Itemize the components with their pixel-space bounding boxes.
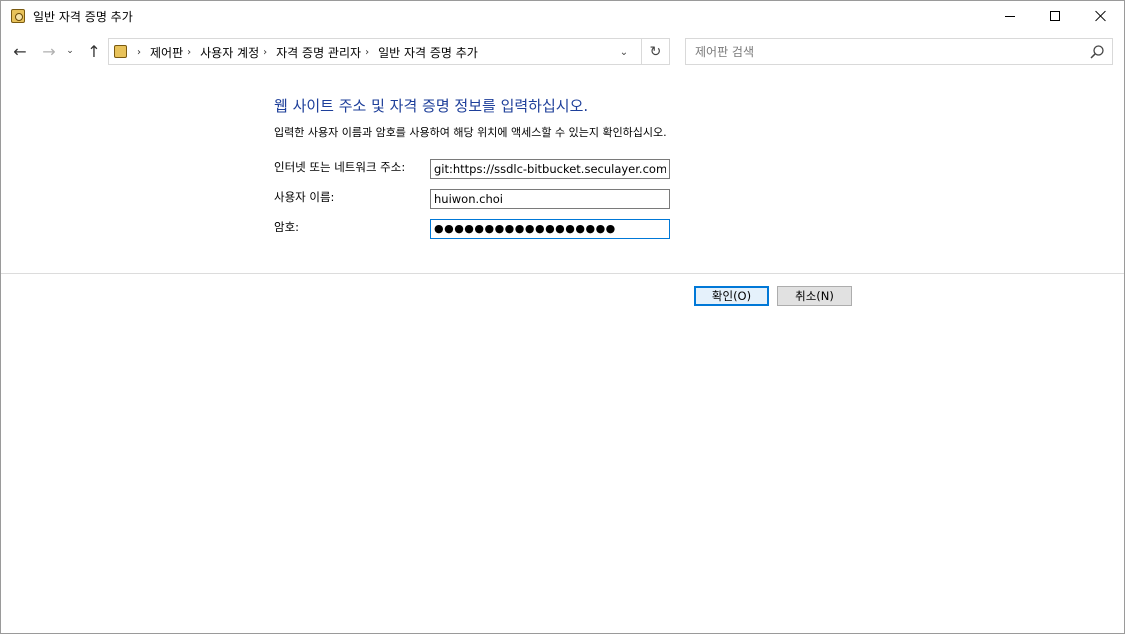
chevron-down-icon: ⌄ [66, 46, 74, 56]
password-label: 암호: [274, 220, 300, 234]
close-icon [1095, 10, 1107, 22]
chevron-right-icon: › [137, 47, 141, 58]
chevron-down-icon: ⌄ [619, 46, 629, 58]
username-field[interactable] [430, 189, 670, 209]
back-button[interactable]: ← [9, 40, 31, 62]
breadcrumb-add-generic-credential[interactable]: 일반 자격 증명 추가 [378, 44, 478, 61]
navigation-bar: ← → ⌄ ↑ › 제어판 › 사용자 계정 › 자격 증명 관리자 › 일반 … [1, 32, 1124, 72]
recent-locations-button[interactable]: ⌄ [63, 40, 77, 62]
chevron-right-icon[interactable]: › [187, 47, 191, 58]
credential-manager-icon [11, 9, 25, 23]
breadcrumb: › 제어판 › 사용자 계정 › 자격 증명 관리자 › 일반 자격 증명 추가 [133, 44, 478, 61]
address-bar[interactable]: › 제어판 › 사용자 계정 › 자격 증명 관리자 › 일반 자격 증명 추가… [108, 38, 642, 65]
breadcrumb-credential-manager[interactable]: 자격 증명 관리자 [276, 44, 361, 61]
credential-window: 일반 자격 증명 추가 ← → ⌄ ↑ › 제어판 › 사용자 계정 › 자격 … [0, 0, 1125, 634]
ok-button[interactable]: 확인(O) [694, 286, 769, 306]
close-button[interactable] [1078, 1, 1124, 31]
minimize-icon [1005, 15, 1015, 17]
arrow-right-icon: → [42, 41, 56, 61]
refresh-icon: ↻ [649, 43, 662, 60]
cancel-button[interactable]: 취소(N) [777, 286, 852, 306]
search-input[interactable] [686, 39, 1081, 64]
address-dropdown-button[interactable]: ⌄ [615, 43, 633, 61]
maximize-icon [1050, 11, 1060, 21]
arrow-left-icon: ← [13, 41, 27, 61]
chevron-right-icon[interactable]: › [365, 47, 369, 58]
page-description: 입력한 사용자 이름과 암호를 사용하여 해당 위치에 액세스할 수 있는지 확… [274, 126, 667, 139]
minimize-button[interactable] [987, 1, 1033, 31]
maximize-button[interactable] [1032, 1, 1078, 31]
password-field[interactable]: ●●●●●●●●●●●●●●●●●● [430, 219, 670, 239]
breadcrumb-control-panel[interactable]: 제어판 [150, 44, 183, 61]
address-label: 인터넷 또는 네트워크 주소: [274, 160, 406, 174]
title-bar: 일반 자격 증명 추가 [1, 1, 1124, 32]
arrow-up-icon: ↑ [87, 41, 101, 61]
chevron-right-icon[interactable]: › [263, 47, 267, 58]
username-label: 사용자 이름: [274, 190, 335, 204]
refresh-button[interactable]: ↻ [642, 38, 670, 65]
divider [1, 273, 1124, 274]
breadcrumb-user-accounts[interactable]: 사용자 계정 [200, 44, 259, 61]
search-icon[interactable] [1089, 44, 1105, 60]
search-box [685, 38, 1113, 65]
network-address-field[interactable] [430, 159, 670, 179]
control-panel-icon [114, 45, 127, 58]
window-title: 일반 자격 증명 추가 [33, 10, 133, 24]
up-button[interactable]: ↑ [83, 40, 105, 62]
forward-button[interactable]: → [38, 40, 60, 62]
page-heading: 웹 사이트 주소 및 자격 증명 정보를 입력하십시오. [274, 97, 589, 115]
